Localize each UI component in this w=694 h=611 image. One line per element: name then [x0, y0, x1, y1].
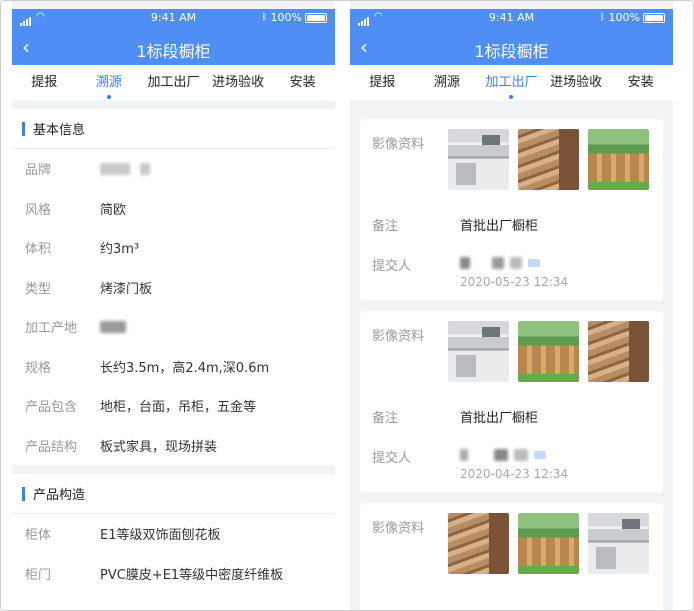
info-row-contents: 产品包含 地柜，台面，吊柜，五金等 — [12, 386, 335, 426]
tab-install[interactable]: 安装 — [608, 65, 673, 101]
screenshot-frame: ◠ 9:41 AM ᛒ 100% ‹ 1标段橱柜 提报 溯源 加工出厂 进场验收… — [0, 0, 694, 611]
row-value: 烤漆门板 — [100, 281, 153, 297]
info-row-type: 类型 烤漆门板 — [12, 268, 335, 308]
section-header: 产品构造 — [12, 474, 335, 514]
page-title: 1标段橱柜 — [474, 42, 549, 61]
row-value-redacted — [100, 161, 151, 176]
row-value-redacted — [100, 319, 126, 334]
row-label: 加工产地 — [25, 321, 78, 337]
submitter-name-redacted — [460, 447, 546, 462]
submit-date: 2020-04-23 12:34 — [460, 467, 569, 481]
note-value: 首批出厂橱柜 — [460, 411, 539, 426]
row-value: 长约3.5m，高2.4m,深0.6m — [100, 360, 270, 376]
row-value: 地柜，台面，吊柜，五金等 — [100, 400, 257, 416]
section-accent-bar — [22, 486, 25, 501]
section-accent-bar — [22, 121, 25, 136]
media-label: 影像资料 — [372, 137, 425, 152]
row-label: 风格 — [25, 202, 52, 218]
battery-percent: 100% — [270, 11, 302, 24]
phone-screen-processing: ◠ 9:41 AM ᛒ 100% ‹ 1标段橱柜 提报 溯源 加工出厂 进场验收… — [350, 1, 673, 610]
media-thumbnail[interactable] — [518, 321, 579, 382]
row-label: 产品包含 — [25, 400, 78, 416]
row-label: 体积 — [25, 242, 52, 258]
info-row-origin: 加工产地 — [12, 307, 335, 347]
nav-header: ◠ 9:41 AM ᛒ 100% ‹ 1标段橱柜 — [350, 9, 673, 65]
media-thumbnail[interactable] — [588, 129, 649, 190]
tab-processing[interactable]: 加工出厂 — [141, 65, 206, 101]
submit-date: 2020-05-23 12:34 — [460, 275, 569, 289]
tab-bar: 提报 溯源 加工出厂 进场验收 安装 — [350, 65, 673, 101]
media-label: 影像资料 — [372, 521, 425, 536]
tab-processing[interactable]: 加工出厂 — [479, 65, 544, 101]
media-thumbnail[interactable] — [588, 513, 649, 574]
user-tag-icon — [534, 450, 546, 459]
info-row-volume: 体积 约3m³ — [12, 228, 335, 268]
record-card: 影像资料 备注 首批出厂橱柜 提交人 2020-04-23 12:34 — [360, 311, 663, 493]
submitter-label: 提交人 — [372, 451, 412, 466]
status-bar: ◠ 9:41 AM ᛒ 100% — [12, 9, 335, 26]
row-label: 类型 — [25, 281, 52, 297]
media-thumbnail[interactable] — [448, 129, 509, 190]
media-thumbnail[interactable] — [448, 321, 509, 382]
section-title: 基本信息 — [33, 123, 86, 138]
battery-percent: 100% — [608, 11, 640, 24]
bluetooth-icon: ᛒ — [261, 12, 268, 23]
row-label: 产品结构 — [25, 439, 78, 455]
row-value: E1等级双饰面刨花板 — [100, 528, 221, 544]
bluetooth-icon: ᛒ — [599, 12, 606, 23]
page-title: 1标段橱柜 — [136, 42, 211, 61]
tab-inspection[interactable]: 进场验收 — [544, 65, 609, 101]
row-value: PVC膜皮+E1等级中密度纤维板 — [100, 567, 284, 583]
section-title: 产品构造 — [33, 488, 86, 503]
structure-row-cabinet: 柜体 E1等级双饰面刨花板 — [12, 514, 335, 554]
tab-bar: 提报 溯源 加工出厂 进场验收 安装 — [12, 65, 335, 101]
info-row-brand: 品牌 — [12, 149, 335, 189]
tab-install[interactable]: 安装 — [270, 65, 335, 101]
phone-screen-trace: ◠ 9:41 AM ᛒ 100% ‹ 1标段橱柜 提报 溯源 加工出厂 进场验收… — [12, 1, 335, 610]
media-thumbnail[interactable] — [518, 513, 579, 574]
row-label: 品牌 — [25, 163, 52, 179]
battery-icon — [305, 12, 327, 23]
media-thumbnail[interactable] — [448, 513, 509, 574]
tab-report[interactable]: 提报 — [350, 65, 415, 101]
battery-indicator: ᛒ 100% — [600, 11, 665, 24]
note-value: 首批出厂橱柜 — [460, 219, 539, 234]
submitter-label: 提交人 — [372, 259, 412, 274]
basic-info-section: 基本信息 品牌 风格 简欧 体积 约3m³ 类型 烤漆门板 加工产地 规格 长约… — [12, 109, 335, 465]
section-header: 基本信息 — [12, 109, 335, 149]
tab-trace[interactable]: 溯源 — [415, 65, 480, 101]
submitter-name-redacted — [460, 255, 540, 270]
info-row-structure: 产品结构 板式家具，现场拼装 — [12, 426, 335, 466]
nav-header: ◠ 9:41 AM ᛒ 100% ‹ 1标段橱柜 — [12, 9, 335, 65]
media-thumbnail[interactable] — [588, 321, 649, 382]
info-row-style: 风格 简欧 — [12, 189, 335, 229]
user-tag-icon — [528, 258, 540, 267]
row-value: 板式家具，现场拼装 — [100, 439, 218, 455]
record-card: 影像资料 备注 首批出厂橱柜 提交人 2020-05-23 12:34 — [360, 119, 663, 301]
tab-trace[interactable]: 溯源 — [77, 65, 142, 101]
note-label: 备注 — [372, 219, 399, 234]
battery-indicator: ᛒ 100% — [262, 11, 327, 24]
media-thumbnail[interactable] — [518, 129, 579, 190]
tab-inspection[interactable]: 进场验收 — [206, 65, 271, 101]
media-label: 影像资料 — [372, 329, 425, 344]
note-label: 备注 — [372, 411, 399, 426]
row-value: 简欧 — [100, 202, 127, 218]
product-structure-section: 产品构造 柜体 E1等级双饰面刨花板 柜门 PVC膜皮+E1等级中密度纤维板 — [12, 474, 335, 610]
info-row-spec: 规格 长约3.5m，高2.4m,深0.6m — [12, 347, 335, 387]
status-bar: ◠ 9:41 AM ᛒ 100% — [350, 9, 673, 26]
row-label: 柜门 — [25, 567, 52, 583]
row-label: 规格 — [25, 360, 52, 376]
tab-report[interactable]: 提报 — [12, 65, 77, 101]
record-card: 影像资料 — [360, 503, 663, 610]
battery-icon — [643, 12, 665, 23]
row-value: 约3m³ — [100, 242, 140, 258]
structure-row-door: 柜门 PVC膜皮+E1等级中密度纤维板 — [12, 554, 335, 594]
row-label: 柜体 — [25, 528, 52, 544]
